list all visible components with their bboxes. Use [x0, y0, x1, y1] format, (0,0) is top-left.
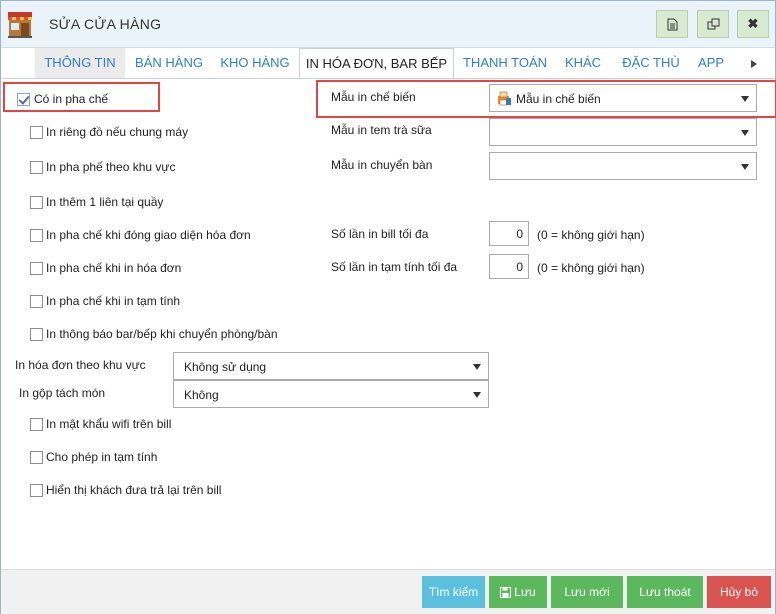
- mau-in-che-bien-label: Mẫu in chế biến: [331, 90, 416, 104]
- option-label: Hiển thị khách đưa trả lại trên bill: [46, 483, 222, 497]
- co-in-pha-che-label: Có in pha chế: [34, 92, 109, 106]
- option-checkbox[interactable]: [30, 295, 43, 308]
- close-icon: ✖: [747, 16, 759, 31]
- tab-thanh-toan[interactable]: THANH TOÁN: [459, 48, 551, 78]
- tab-in-hoa-don-bar-bep[interactable]: IN HÓA ĐƠN, BAR BẾP: [299, 48, 454, 79]
- save-label: Lưu: [514, 585, 536, 599]
- save-new-button[interactable]: Lưu mới: [551, 576, 623, 608]
- floppy-disk-icon: [500, 587, 512, 598]
- tab-divider: [1, 78, 775, 79]
- search-button[interactable]: Tìm kiếm: [422, 576, 485, 608]
- tab-ban-hang[interactable]: BÁN HÀNG: [127, 48, 211, 78]
- mau-in-chuyen-ban-label: Mẫu in chuyển bàn: [331, 158, 433, 172]
- option-label: Cho phép in tạm tính: [46, 450, 158, 464]
- option-label: In mật khẩu wifi trên bill: [46, 417, 172, 431]
- select-value: Không: [184, 388, 219, 402]
- option-checkbox[interactable]: [30, 451, 43, 464]
- option-checkbox[interactable]: [30, 161, 43, 174]
- option-checkbox[interactable]: [30, 229, 43, 242]
- save-exit-button[interactable]: Lưu thoát: [627, 576, 703, 608]
- so-lan-in-tam-tinh-label: Số lần in tạm tính tối đa: [331, 260, 458, 274]
- so-lan-in-bill-input[interactable]: [489, 221, 529, 246]
- store-icon: [8, 12, 32, 38]
- tab-scroll-right-icon[interactable]: [751, 60, 757, 68]
- option-label: In pha chế khi in hóa đơn: [46, 261, 182, 275]
- so-lan-in-bill-label: Số lần in bill tối đa: [331, 227, 429, 241]
- option-checkbox[interactable]: [30, 126, 43, 139]
- printer-template-icon: [498, 91, 511, 106]
- window-title: SỬA CỬA HÀNG: [49, 16, 162, 32]
- mau-in-tem-tra-sua-label: Mẫu in tem trà sữa: [331, 123, 432, 137]
- tab-bar: THÔNG TIN BÁN HÀNG KHO HÀNG IN HÓA ĐƠN, …: [35, 48, 775, 79]
- tab-kho-hang[interactable]: KHO HÀNG: [213, 48, 297, 78]
- mau-in-che-bien-select[interactable]: Mẫu in chế biến: [489, 84, 757, 112]
- in-gop-tach-mon-label: In gộp tách món: [19, 386, 106, 400]
- title-bar: SỬA CỬA HÀNG ✖: [1, 1, 775, 48]
- option-label: In pha chế khi in tạm tính: [46, 294, 181, 308]
- document-button[interactable]: [656, 10, 688, 38]
- option-label: In thông báo bar/bếp khi chuyển phòng/bà…: [46, 327, 278, 341]
- tab-dac-thu[interactable]: ĐẶC THÙ: [615, 48, 687, 78]
- save-button[interactable]: Lưu: [489, 576, 547, 608]
- mau-in-tem-tra-sua-select[interactable]: [489, 118, 757, 146]
- select-value: Mẫu in chế biến: [516, 92, 601, 106]
- chevron-down-icon: [741, 130, 749, 136]
- option-checkbox[interactable]: [30, 262, 43, 275]
- co-in-pha-che-checkbox[interactable]: [17, 93, 30, 106]
- copy-icon: [707, 18, 719, 29]
- chevron-down-icon: [741, 164, 749, 170]
- so-lan-in-bill-hint: (0 = không giới hạn): [537, 228, 645, 242]
- in-hoa-don-theo-khu-vuc-label: In hóa đơn theo khu vực: [15, 358, 146, 372]
- chevron-down-icon: [741, 96, 749, 102]
- option-label: In pha chế khi đóng giao diện hóa đơn: [46, 228, 251, 242]
- option-checkbox[interactable]: [30, 418, 43, 431]
- tab-khac[interactable]: KHÁC: [559, 48, 607, 78]
- document-icon: [667, 18, 677, 30]
- option-checkbox[interactable]: [30, 196, 43, 209]
- in-gop-tach-mon-select[interactable]: Không: [173, 380, 489, 408]
- copy-button[interactable]: [697, 10, 729, 38]
- option-label: In riêng đồ nếu chung máy: [46, 125, 189, 139]
- chevron-down-icon: [473, 364, 481, 370]
- tab-app[interactable]: APP: [693, 48, 729, 78]
- option-label: In pha phế theo khu vực: [46, 160, 176, 174]
- select-value: Không sử dụng: [184, 360, 267, 374]
- mau-in-chuyen-ban-select[interactable]: [489, 152, 757, 180]
- edit-store-dialog: SỬA CỬA HÀNG ✖ THÔNG TIN BÁN HÀNG KHO HÀ…: [0, 0, 776, 614]
- option-checkbox[interactable]: [30, 328, 43, 341]
- cancel-button[interactable]: Hủy bỏ: [707, 576, 771, 608]
- chevron-down-icon: [473, 392, 481, 398]
- tab-thong-tin[interactable]: THÔNG TIN: [35, 48, 125, 78]
- option-checkbox[interactable]: [30, 484, 43, 497]
- so-lan-in-tam-tinh-input[interactable]: [489, 254, 529, 279]
- in-hoa-don-theo-khu-vuc-select[interactable]: Không sử dụng: [173, 352, 489, 380]
- so-lan-in-tam-tinh-hint: (0 = không giới hạn): [537, 261, 645, 275]
- close-button[interactable]: ✖: [737, 10, 769, 38]
- option-label: In thêm 1 liên tại quầy: [46, 195, 164, 209]
